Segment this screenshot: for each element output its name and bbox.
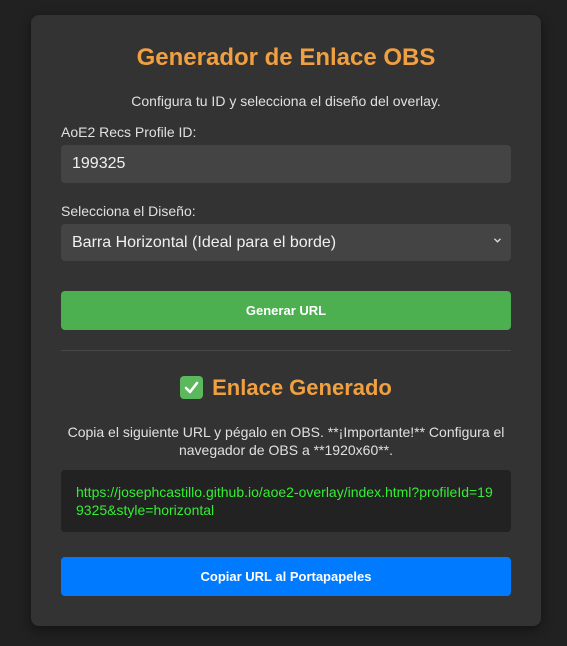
check-mark-icon [180, 376, 204, 399]
design-select[interactable]: Barra Horizontal (Ideal para el borde) [61, 224, 511, 261]
result-title-text: Enlace Generado [212, 375, 392, 400]
page-subtitle: Configura tu ID y selecciona el diseño d… [131, 93, 441, 109]
profile-id-input[interactable]: 199325 [61, 145, 511, 183]
generated-url-box[interactable]: https://josephcastillo.github.io/aoe2-ov… [61, 470, 511, 532]
profile-id-label: AoE2 Recs Profile ID: [61, 124, 197, 140]
overlay-generator-card: Generador de Enlace OBS Configura tu ID … [31, 15, 541, 626]
page-title: Generador de Enlace OBS [136, 44, 436, 71]
result-title: Enlace Generado [31, 375, 541, 403]
chevron-down-icon [494, 238, 501, 243]
result-instructions: Copia el siguiente URL y pégalo en OBS. … [67, 424, 505, 458]
section-divider [61, 350, 511, 351]
design-select-value: Barra Horizontal (Ideal para el borde) [72, 234, 337, 251]
generate-url-button[interactable]: Generar URL [61, 291, 511, 330]
design-select-label: Selecciona el Diseño: [61, 203, 196, 219]
copy-url-button[interactable]: Copiar URL al Portapapeles [61, 557, 511, 596]
